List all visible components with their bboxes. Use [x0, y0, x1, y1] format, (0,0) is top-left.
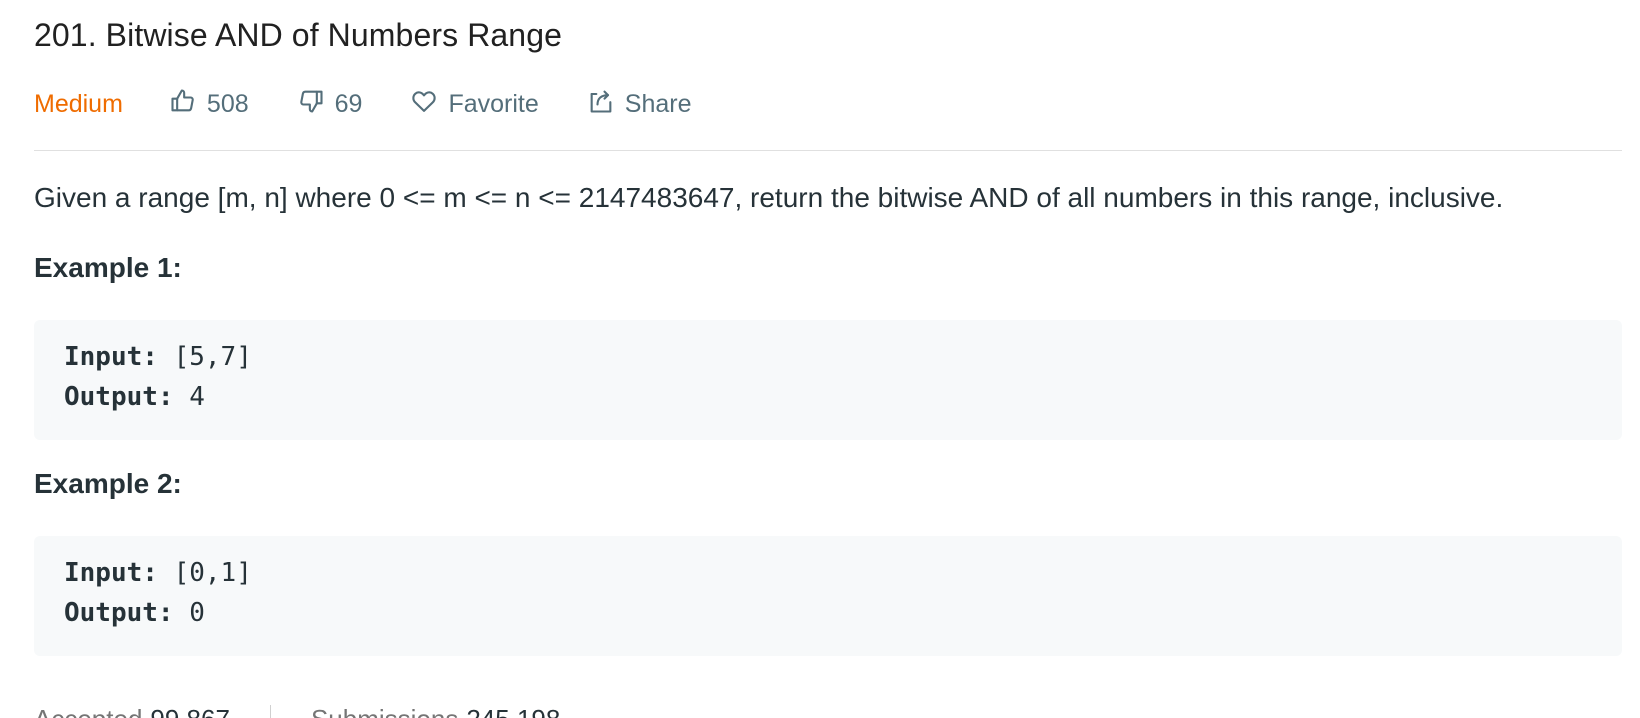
dislike-button[interactable]: 69: [297, 87, 363, 122]
submissions-value: 245,198: [466, 704, 560, 718]
submission-stats: Accepted 99,867 Submissions 245,198: [34, 704, 560, 718]
problem-title: 201. Bitwise AND of Numbers Range: [34, 17, 562, 53]
share-button[interactable]: Share: [587, 87, 692, 122]
share-icon: [587, 87, 625, 122]
like-count: 508: [206, 89, 249, 118]
output-value: 4: [189, 382, 205, 412]
difficulty-label: Medium: [34, 89, 123, 118]
submissions-label: Submissions: [311, 704, 458, 718]
dislike-count: 69: [334, 89, 363, 118]
heart-icon: [410, 87, 448, 122]
thumbs-down-icon: [297, 87, 335, 122]
example-2-title: Example 2:: [34, 468, 182, 499]
thumbs-up-icon: [169, 87, 207, 122]
example-2-output-line: Output: 0: [64, 598, 205, 628]
input-label: Input:: [64, 558, 158, 588]
input-label: Input:: [64, 342, 158, 372]
example-1-title: Example 1:: [34, 252, 182, 283]
output-label: Output:: [64, 382, 174, 412]
example-1-code-block: Input: [5,7] Output: 4: [34, 320, 1622, 440]
input-value: [5,7]: [173, 342, 252, 372]
output-value: 0: [189, 598, 205, 628]
share-label: Share: [624, 89, 692, 118]
header-divider: [34, 150, 1622, 151]
example-1-output-line: Output: 4: [64, 382, 205, 412]
stats-divider: [269, 704, 271, 718]
example-2-code-block: Input: [0,1] Output: 0: [34, 536, 1622, 656]
like-button[interactable]: 508: [169, 87, 249, 122]
problem-meta-row: Medium 508 69 Favorite Share: [34, 84, 739, 124]
accepted-label: Accepted: [34, 704, 142, 718]
problem-statement: Given a range [m, n] where 0 <= m <= n <…: [34, 182, 1504, 213]
output-label: Output:: [64, 598, 174, 628]
example-1-input-line: Input: [5,7]: [64, 342, 252, 372]
favorite-label: Favorite: [448, 89, 539, 118]
accepted-value: 99,867: [150, 704, 230, 718]
favorite-button[interactable]: Favorite: [410, 87, 539, 122]
input-value: [0,1]: [173, 558, 252, 588]
example-2-input-line: Input: [0,1]: [64, 558, 252, 588]
